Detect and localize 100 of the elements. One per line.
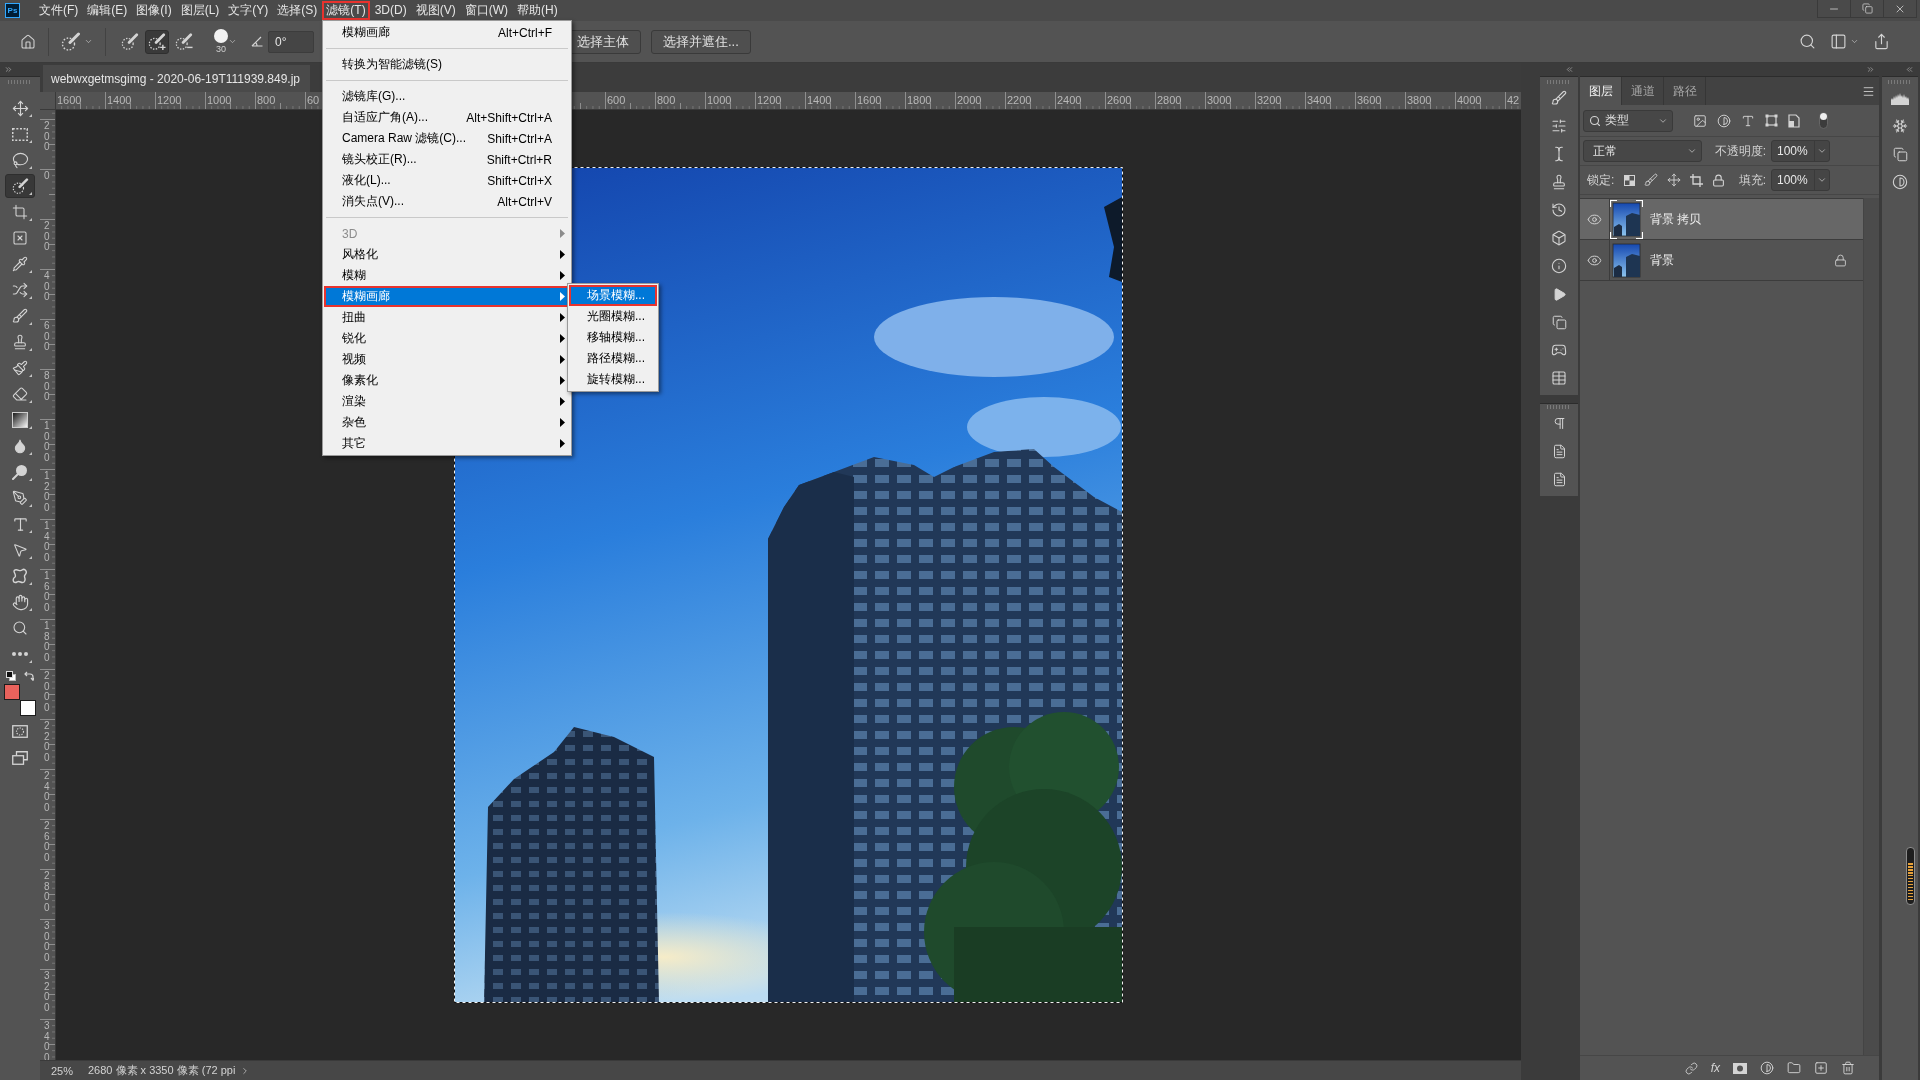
checkerboard-icon[interactable]: [1624, 174, 1636, 186]
workspace-button[interactable]: [1830, 33, 1859, 50]
menu-item[interactable]: 转换为智能滤镜(S): [324, 54, 570, 75]
foreground-color-swatch[interactable]: [4, 684, 20, 700]
swap-arrows-icon[interactable]: [24, 671, 34, 681]
corner-handles-icon[interactable]: [1765, 114, 1778, 127]
layer-row[interactable]: 背景: [1580, 240, 1863, 281]
menu-item[interactable]: 像素化: [324, 370, 570, 391]
menu-item[interactable]: 风格化: [324, 244, 570, 265]
layer-row[interactable]: 背景 拷贝: [1580, 199, 1863, 240]
menu-item[interactable]: 自适应广角(A)... Alt+Shift+Ctrl+A: [324, 107, 570, 128]
effects-button[interactable]: fx: [1710, 1061, 1720, 1075]
move-icon[interactable]: [1667, 173, 1682, 187]
menu-item[interactable]: 选择(S): [273, 1, 322, 20]
brush-size-button[interactable]: 30: [214, 29, 228, 54]
image-icon[interactable]: [1693, 113, 1707, 128]
select-and-mask-button[interactable]: 选择并遮住...: [651, 29, 751, 54]
default-colors-icon[interactable]: [6, 671, 16, 681]
mask-icon[interactable]: [1733, 1062, 1747, 1074]
copy-icon[interactable]: [1892, 146, 1908, 162]
menu-item[interactable]: 杂色: [324, 412, 570, 433]
panel-tab[interactable]: 通道: [1622, 77, 1664, 105]
angle-field[interactable]: 0°: [268, 30, 314, 53]
grip-handle[interactable]: [1888, 80, 1912, 84]
stamp-icon[interactable]: [1551, 174, 1567, 190]
brush-icon[interactable]: [1551, 90, 1567, 106]
brush-icon[interactable]: [1644, 173, 1659, 187]
stacked-screens-icon[interactable]: [12, 751, 28, 765]
eye-icon[interactable]: [1587, 252, 1602, 268]
menu-item[interactable]: 光圈模糊...: [569, 306, 657, 327]
document-icon[interactable]: [1551, 443, 1567, 459]
blend-mode-dropdown[interactable]: 正常: [1583, 140, 1702, 162]
restore-button[interactable]: [1850, 0, 1884, 18]
menu-item[interactable]: 3D(D): [370, 1, 411, 20]
scrollbar-track[interactable]: [1863, 198, 1879, 1055]
copy-icon[interactable]: [1551, 314, 1567, 330]
background-color-swatch[interactable]: [20, 700, 36, 716]
menu-item[interactable]: 扭曲: [324, 307, 570, 328]
opacity-field[interactable]: 100%: [1771, 140, 1830, 162]
panel-tab[interactable]: 路径: [1664, 77, 1706, 105]
minimize-button[interactable]: [1817, 0, 1851, 18]
menu-item[interactable]: 帮助(H): [513, 1, 562, 20]
menu-item[interactable]: 文字(Y): [224, 1, 273, 20]
sliders-icon[interactable]: [1551, 118, 1567, 134]
double-chevron-right-icon[interactable]: [1866, 65, 1875, 74]
menu-item[interactable]: 视频: [324, 349, 570, 370]
grip-handle[interactable]: [1547, 80, 1571, 84]
panel-tab[interactable]: 图层: [1580, 77, 1622, 105]
link-icon[interactable]: [1684, 1061, 1698, 1075]
pilcrow-icon[interactable]: [1551, 415, 1567, 431]
dashed-circle-frame-icon[interactable]: [12, 725, 28, 738]
menu-item[interactable]: 消失点(V)... Alt+Ctrl+V: [324, 191, 570, 212]
document-icon[interactable]: [1551, 471, 1567, 487]
snowflake-icon[interactable]: [1892, 118, 1908, 134]
menu-item[interactable]: 图层(L): [176, 1, 224, 20]
home-button[interactable]: [20, 33, 36, 50]
search-icon[interactable]: [1799, 33, 1816, 50]
menu-item[interactable]: 模糊画廊: [324, 286, 570, 307]
menu-item[interactable]: 路径模糊...: [569, 348, 657, 369]
menu-item[interactable]: 滤镜库(G)...: [324, 86, 570, 107]
menu-item[interactable]: 旋转模糊...: [569, 369, 657, 390]
contrast-icon[interactable]: [1717, 113, 1731, 128]
layer-filter-dropdown[interactable]: 类型: [1583, 109, 1673, 132]
grip-handle[interactable]: [8, 80, 32, 84]
toggle-switch[interactable]: [1819, 112, 1828, 129]
contrast-icon[interactable]: [1892, 174, 1908, 190]
document-tab[interactable]: webwxgetmsgimg - 2020-06-19T111939.849.jp: [43, 65, 311, 92]
fill-field[interactable]: 100%: [1771, 169, 1830, 191]
tool-preset-button[interactable]: [61, 31, 93, 52]
menu-item[interactable]: 渲染: [324, 391, 570, 412]
menu-item[interactable]: 锐化: [324, 328, 570, 349]
trash-icon[interactable]: [1841, 1061, 1855, 1075]
grip-handle[interactable]: [1547, 405, 1571, 409]
table-icon[interactable]: [1551, 370, 1567, 386]
menu-item[interactable]: 场景模糊...: [569, 285, 657, 306]
play-icon[interactable]: [1551, 286, 1567, 302]
info-icon[interactable]: [1551, 258, 1567, 274]
menu-icon[interactable]: [1862, 84, 1875, 98]
menu-item[interactable]: 窗口(W): [460, 1, 512, 20]
double-chevron-right-icon[interactable]: [4, 65, 13, 74]
menu-item[interactable]: 模糊: [324, 265, 570, 286]
brush-options-caret[interactable]: [228, 37, 237, 46]
menu-item[interactable]: 图像(I): [132, 1, 176, 20]
menu-item[interactable]: 编辑(E): [83, 1, 132, 20]
menu-item[interactable]: 滤镜(T): [322, 1, 370, 20]
menu-item[interactable]: 其它: [324, 433, 570, 454]
gamepad-icon[interactable]: [1551, 342, 1567, 358]
menu-item[interactable]: 文件(F): [35, 1, 83, 20]
menu-item[interactable]: 液化(L)... Shift+Ctrl+X: [324, 170, 570, 191]
zoom-level[interactable]: 25%: [51, 1064, 88, 1077]
share-icon[interactable]: [1873, 33, 1890, 50]
history-icon[interactable]: [1551, 202, 1567, 218]
contrast-icon[interactable]: [1760, 1061, 1774, 1075]
menu-item[interactable]: 视图(V): [411, 1, 460, 20]
selection-mode-button[interactable]: [145, 29, 169, 54]
menu-item[interactable]: 镜头校正(R)... Shift+Ctrl+R: [324, 149, 570, 170]
menu-item[interactable]: 移轴模糊...: [569, 327, 657, 348]
cube-icon[interactable]: [1551, 230, 1567, 246]
menu-item[interactable]: Camera Raw 滤镜(C)... Shift+Ctrl+A: [324, 128, 570, 149]
eye-icon[interactable]: [1587, 211, 1602, 227]
